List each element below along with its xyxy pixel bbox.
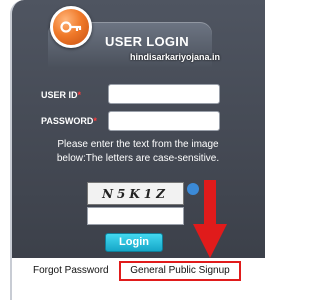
password-label: PASSWORD* bbox=[41, 116, 97, 126]
red-arrow-icon bbox=[193, 180, 227, 258]
captcha-image: N5K1Z bbox=[87, 182, 184, 205]
watermark-text: hindisarkariyojana.in bbox=[130, 52, 221, 62]
password-label-text: PASSWORD bbox=[41, 116, 94, 126]
page-title: USER LOGIN bbox=[105, 34, 189, 49]
captcha-input[interactable] bbox=[87, 207, 184, 225]
password-input[interactable] bbox=[108, 111, 220, 131]
forgot-password-link[interactable]: Forgot Password bbox=[33, 265, 109, 276]
key-icon bbox=[50, 6, 92, 48]
user-id-label-text: USER ID bbox=[41, 90, 78, 100]
captcha-instructions: Please enter the text from the image bel… bbox=[56, 139, 220, 164]
user-id-input[interactable] bbox=[108, 84, 220, 104]
general-public-signup-link[interactable]: General Public Signup bbox=[119, 261, 241, 281]
required-mark: * bbox=[77, 90, 82, 100]
login-button[interactable]: Login bbox=[105, 233, 163, 252]
required-mark: * bbox=[93, 116, 97, 126]
user-id-label: USER ID* bbox=[41, 90, 81, 100]
